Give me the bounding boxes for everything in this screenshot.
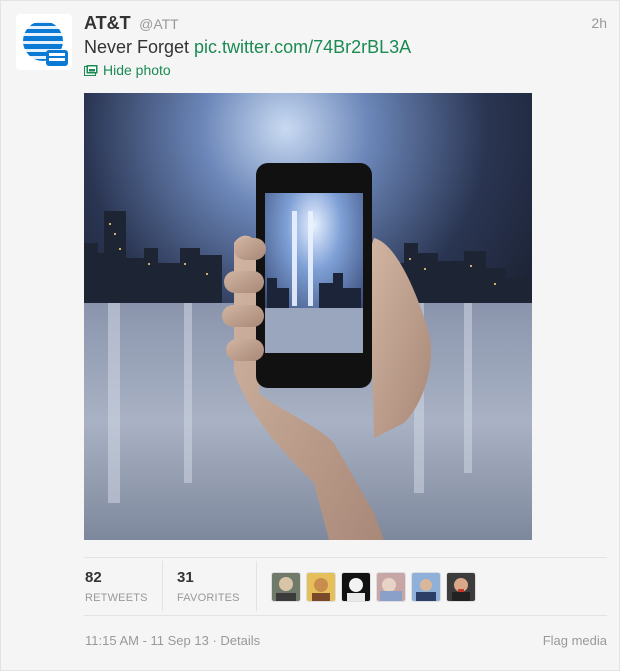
favorited-by-list bbox=[271, 572, 476, 602]
account-name[interactable]: AT&T bbox=[84, 13, 131, 33]
user-avatar-icon bbox=[447, 573, 475, 601]
user-avatar-icon bbox=[307, 573, 335, 601]
tweet-photo[interactable] bbox=[84, 93, 532, 540]
tweet-text: Never Forget pic.twitter.com/74Br2rBL3A bbox=[84, 37, 411, 58]
user-avatar[interactable] bbox=[271, 572, 301, 602]
stats-separator bbox=[162, 561, 163, 611]
user-avatar[interactable] bbox=[306, 572, 336, 602]
favorites-count: 31 bbox=[177, 569, 194, 586]
tweet-card: AT&T @ATT 2h Never Forget pic.twitter.co… bbox=[0, 0, 620, 671]
user-avatar-icon bbox=[412, 573, 440, 601]
stats-separator bbox=[256, 561, 257, 611]
user-avatar[interactable] bbox=[341, 572, 371, 602]
photo-icon bbox=[84, 64, 98, 76]
account-handle[interactable]: @ATT bbox=[139, 16, 179, 32]
user-avatar-icon bbox=[272, 573, 300, 601]
user-avatar[interactable] bbox=[446, 572, 476, 602]
tweet-timestamp[interactable]: 2h bbox=[591, 15, 607, 31]
favorites-label: FAVORITES bbox=[177, 592, 240, 604]
tweet-media-link[interactable]: pic.twitter.com/74Br2rBL3A bbox=[194, 37, 411, 57]
user-avatar[interactable] bbox=[411, 572, 441, 602]
retweets-label: RETWEETS bbox=[85, 592, 148, 604]
att-globe-icon bbox=[16, 14, 72, 70]
footer-separator: · bbox=[208, 633, 221, 648]
avatar[interactable] bbox=[16, 14, 72, 70]
user-avatar[interactable] bbox=[376, 572, 406, 602]
retweets-count: 82 bbox=[85, 569, 102, 586]
details-link[interactable]: Details bbox=[220, 633, 260, 648]
favorites-stat[interactable]: 31 FAVORITES bbox=[177, 569, 240, 604]
user-avatar-icon bbox=[377, 573, 405, 601]
stats-bottom-divider bbox=[84, 615, 607, 616]
tweet-datetime[interactable]: 11:15 AM - 11 Sep 13 bbox=[85, 633, 209, 648]
user-avatar-icon bbox=[342, 573, 370, 601]
hide-photo-toggle[interactable]: Hide photo bbox=[84, 62, 171, 78]
hide-photo-label: Hide photo bbox=[103, 62, 171, 78]
tweet-footer: 11:15 AM - 11 Sep 13 · Details bbox=[85, 633, 260, 648]
retweets-stat[interactable]: 82 RETWEETS bbox=[85, 569, 148, 604]
tweet-header: AT&T @ATT 2h bbox=[84, 13, 607, 35]
tweet-text-body: Never Forget bbox=[84, 37, 195, 57]
stats-top-divider bbox=[84, 557, 607, 558]
phone-in-hand-photo bbox=[84, 93, 532, 540]
flag-media-link[interactable]: Flag media bbox=[543, 633, 607, 648]
